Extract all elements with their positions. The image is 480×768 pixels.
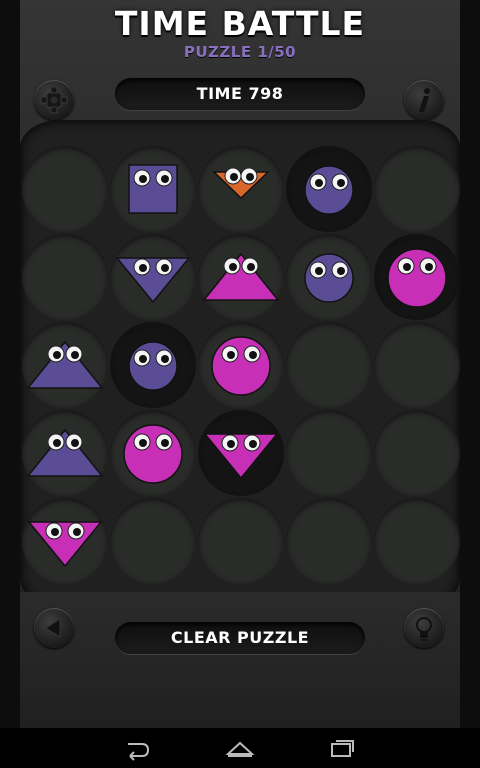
board-cell[interactable] (286, 234, 372, 320)
info-icon (419, 88, 430, 112)
puzzle-board (20, 120, 460, 606)
board-cell[interactable] (110, 234, 196, 320)
pink-circle-piece[interactable] (198, 322, 284, 408)
pink-circle-piece[interactable] (110, 410, 196, 496)
board-cell[interactable] (110, 322, 196, 408)
board-cell[interactable] (198, 146, 284, 232)
board-cell[interactable] (198, 498, 284, 584)
pink-triangle-down-piece[interactable] (22, 498, 108, 584)
purple-triangle-down-piece[interactable] (110, 234, 196, 320)
purple-square-piece[interactable] (110, 146, 196, 232)
board-cell[interactable] (198, 322, 284, 408)
game-title: TIME BATTLE (114, 4, 366, 43)
app-frame: TIME BATTLE PUZZLE 1/50 TIME 798 CLEAR P… (20, 0, 460, 728)
system-navbar (0, 728, 480, 768)
nav-home-icon[interactable] (220, 734, 260, 762)
board-cell[interactable] (22, 498, 108, 584)
board-cell[interactable] (286, 322, 372, 408)
purple-circle-piece[interactable] (110, 322, 196, 408)
orange-triangle-down-piece[interactable] (198, 146, 284, 232)
board-cell[interactable] (286, 498, 372, 584)
back-button[interactable] (34, 608, 74, 648)
board-cell[interactable] (374, 410, 460, 496)
board-cell[interactable] (374, 322, 460, 408)
pink-circle-piece[interactable] (374, 234, 460, 320)
gear-icon (40, 86, 68, 114)
board-cell[interactable] (110, 410, 196, 496)
board-cell[interactable] (374, 146, 460, 232)
board-cell[interactable] (110, 146, 196, 232)
purple-triangle-up-piece[interactable] (22, 410, 108, 496)
purple-circle-piece[interactable] (286, 234, 372, 320)
board-cell[interactable] (198, 234, 284, 320)
info-button[interactable] (404, 80, 444, 120)
footer (20, 592, 460, 728)
timer-display: TIME 798 (115, 78, 365, 110)
board-cell[interactable] (110, 498, 196, 584)
board-cell[interactable] (286, 146, 372, 232)
board-cell[interactable] (198, 410, 284, 496)
game-screen: TIME BATTLE PUZZLE 1/50 TIME 798 CLEAR P… (0, 0, 480, 768)
back-arrow-icon (45, 618, 61, 638)
pink-triangle-up-piece[interactable] (198, 234, 284, 320)
board-cell[interactable] (22, 322, 108, 408)
board-cell[interactable] (22, 410, 108, 496)
nav-recents-icon[interactable] (322, 734, 362, 762)
settings-button[interactable] (34, 80, 74, 120)
nav-back-icon[interactable] (118, 734, 158, 762)
hint-button[interactable] (404, 608, 444, 648)
puzzle-progress: PUZZLE 1/50 (183, 43, 297, 61)
board-cell[interactable] (374, 234, 460, 320)
purple-circle-piece[interactable] (286, 146, 372, 232)
clear-puzzle-button[interactable]: CLEAR PUZZLE (115, 622, 365, 654)
pink-triangle-down-piece[interactable] (198, 410, 284, 496)
purple-triangle-up-piece[interactable] (22, 322, 108, 408)
lightbulb-icon (416, 617, 432, 641)
board-cell[interactable] (374, 498, 460, 584)
board-cell[interactable] (22, 146, 108, 232)
board-cell[interactable] (286, 410, 372, 496)
board-cell[interactable] (22, 234, 108, 320)
